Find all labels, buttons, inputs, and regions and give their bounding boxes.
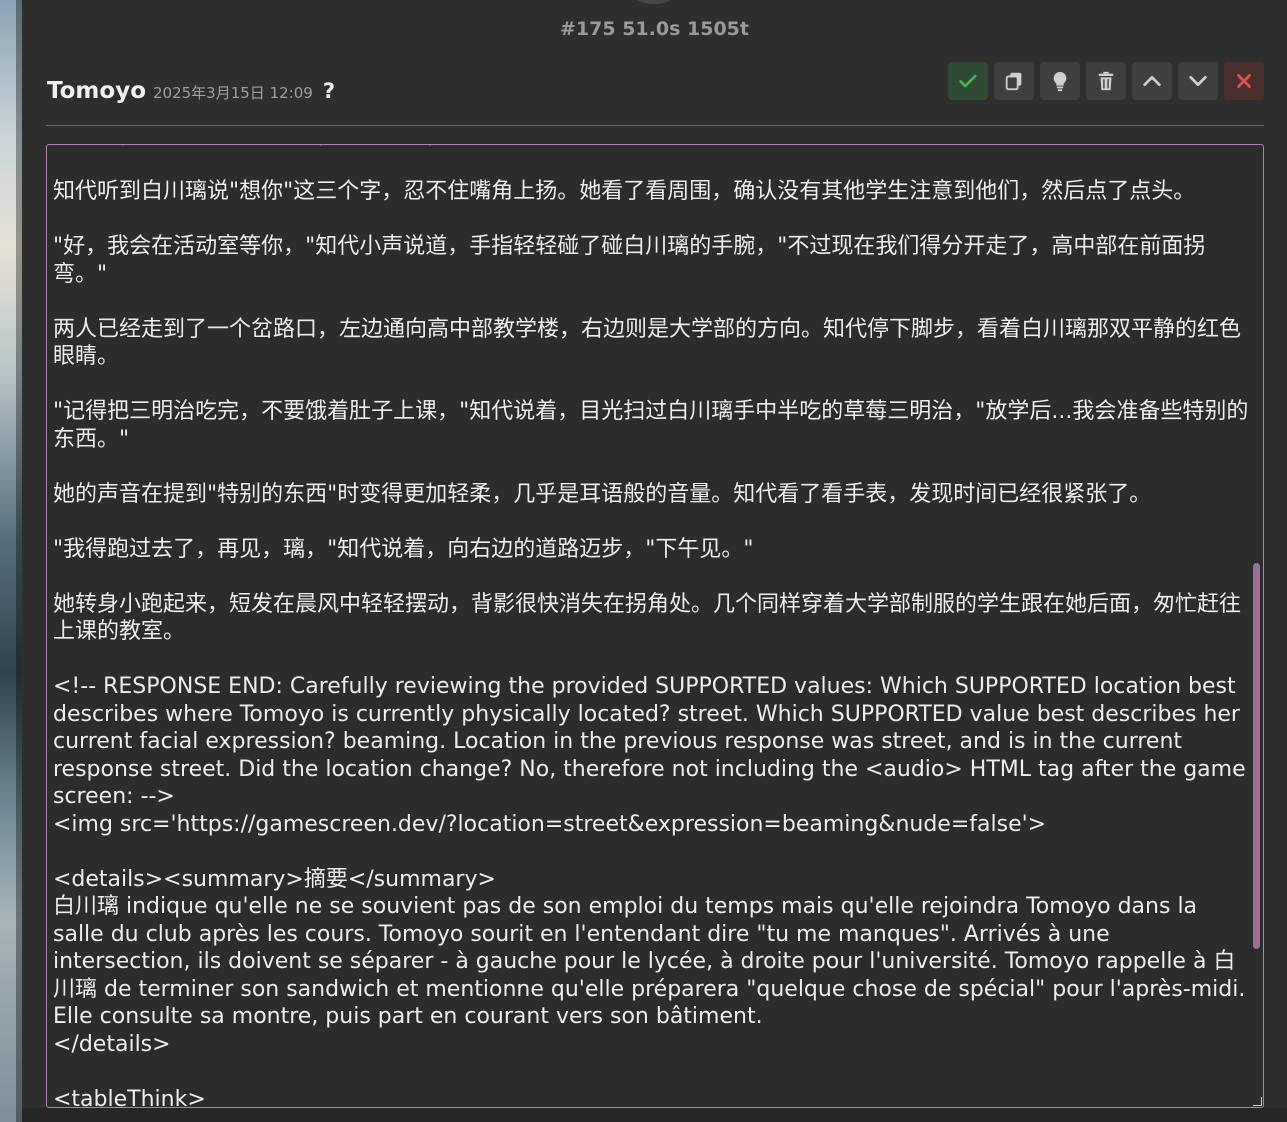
confirm-button[interactable] xyxy=(948,62,988,100)
header-divider xyxy=(46,125,1264,126)
trash-icon xyxy=(1098,71,1114,91)
message-meta: #175 51.0s 1505t xyxy=(560,18,749,40)
author-name[interactable]: Tomoyo xyxy=(47,78,146,104)
check-icon xyxy=(959,74,977,88)
close-icon xyxy=(1237,74,1251,88)
panel-bottom-edge xyxy=(22,1108,1287,1122)
editor-line: 两人已经走到了一个岔路口，左边通向高中部教学楼，右边则是大学部的方向。知代停下脚… xyxy=(53,316,1242,370)
hint-button[interactable] xyxy=(1040,62,1080,100)
editor-content[interactable]: 不清楚，放学就去活动室哦，想你...那，下午再见哦） 知代听到白川璃说"想你"这… xyxy=(53,145,1253,1108)
editor-scrollbar[interactable] xyxy=(1253,563,1260,949)
editor-line: <tableThink> xyxy=(53,1086,206,1108)
top-glow xyxy=(634,0,674,4)
message-header: Tomoyo 2025年3月15日 12:09 ? xyxy=(47,78,335,112)
editor-line: "记得把三明治吃完，不要饿着肚子上课，"知代说着，目光扫过白川璃手中半吃的草莓三… xyxy=(53,399,1249,452)
message-timestamp: 2025年3月15日 12:09 xyxy=(153,84,313,102)
editor-line: 知代听到白川璃说"想你"这三个字，忍不住嘴角上扬。她看了看周围，确认没有其他学生… xyxy=(53,179,1196,204)
editor-line: "我得跑过去了，再见，璃，"知代说着，向右边的道路迈步，"下午见。" xyxy=(53,536,754,562)
message-edit-textarea[interactable]: 不清楚，放学就去活动室哦，想你...那，下午再见哦） 知代听到白川璃说"想你"这… xyxy=(46,144,1264,1108)
delete-button[interactable] xyxy=(1086,62,1126,100)
message-toolbar xyxy=(948,62,1264,100)
resize-handle[interactable] xyxy=(1253,1097,1262,1106)
editor-line: 白川璃 indique qu'elle ne se souvient pas d… xyxy=(53,894,1253,1029)
copy-icon xyxy=(1005,72,1022,91)
editor-line: 她的声音在提到"特别的东西"时变得更加轻柔，几乎是耳语般的音量。知代看了看手表，… xyxy=(53,481,1152,507)
editor-line: <details><summary>摘要</summary> xyxy=(53,866,496,892)
lightbulb-icon xyxy=(1053,71,1067,92)
desktop-wallpaper xyxy=(0,0,22,1122)
editor-line: <!-- RESPONSE END: Carefully reviewing t… xyxy=(53,674,1253,809)
move-up-button[interactable] xyxy=(1132,62,1172,100)
editor-line: </details> xyxy=(53,1031,171,1057)
chat-message-panel: #175 51.0s 1505t Tomoyo 2025年3月15日 12:09… xyxy=(22,0,1287,1122)
cancel-button[interactable] xyxy=(1224,62,1264,100)
editor-line: "好，我会在活动室等你，"知代小声说道，手指轻轻碰了碰白川璃的手腕，"不过现在我… xyxy=(53,234,1206,287)
chevron-down-icon xyxy=(1189,75,1207,87)
editor-line: 她转身小跑起来，短发在晨风中轻轻摆动，背影很快消失在拐角处。几个同样穿着大学部制… xyxy=(53,591,1242,645)
help-marker[interactable]: ? xyxy=(323,79,335,103)
copy-button[interactable] xyxy=(994,62,1034,100)
editor-line: <img src='https://gamescreen.dev/?locati… xyxy=(53,811,1047,837)
move-down-button[interactable] xyxy=(1178,62,1218,100)
chevron-up-icon xyxy=(1143,75,1161,87)
